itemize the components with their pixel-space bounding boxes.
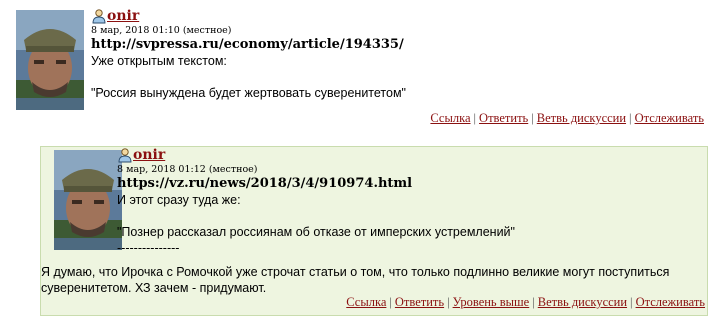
link-button[interactable]: Ссылка (346, 295, 386, 309)
comment-text-full: Я думаю, что Ирочка с Ромочкой уже строч… (41, 265, 670, 295)
thread-button[interactable]: Ветвь дискуссии (537, 111, 626, 125)
author-link[interactable]: onir (107, 8, 139, 24)
comment-date: 8 мар, 2018 01:12 (местное) (117, 164, 258, 175)
comment-text-line: И этот сразу туда же: (117, 193, 241, 207)
comment-body: onir 8 мар, 2018 01:12 (местное) https:/… (117, 147, 707, 256)
comment-body: onir 8 мар, 2018 01:10 (местное) http://… (91, 8, 706, 101)
comment-actions: Ссылка | Ответить | Ветвь дискуссии | Отслежив… (430, 111, 704, 125)
avatar[interactable] (54, 150, 122, 250)
comment-text-line (91, 69, 706, 85)
comment-actions: Ссылка | Ответить | Уровень выше | Ветвь диску… (346, 295, 705, 309)
reply-button[interactable]: Ответить (395, 295, 444, 309)
track-button[interactable]: Отслеживать (636, 295, 705, 309)
comment-1: onir 8 мар, 2018 01:10 (местное) http://… (16, 8, 706, 128)
comment-text-line (117, 208, 707, 224)
user-icon (91, 8, 107, 24)
comment-text-line: Уже открытым текстом: (91, 54, 227, 68)
comment-2: onir 8 мар, 2018 01:12 (местное) https:/… (40, 146, 708, 316)
thread-button[interactable]: Ветвь дискуссии (538, 295, 627, 309)
parent-button[interactable]: Уровень выше (453, 295, 530, 309)
post-link[interactable]: http://svpressa.ru/economy/article/19433… (91, 36, 706, 53)
link-button[interactable]: Ссылка (430, 111, 470, 125)
author-link[interactable]: onir (133, 147, 165, 163)
reply-button[interactable]: Ответить (479, 111, 528, 125)
comment-text-line: "Познер рассказал россиянам об отказе от… (117, 225, 515, 239)
avatar[interactable] (16, 10, 84, 110)
post-link[interactable]: https://vz.ru/news/2018/3/4/910974.html (117, 175, 707, 192)
comment-separator: --------------- (117, 241, 180, 255)
comment-date: 8 мар, 2018 01:10 (местное) (91, 25, 232, 36)
user-icon (117, 147, 133, 163)
comment-text-line: "Россия вынуждена будет жертвовать сувер… (91, 86, 406, 100)
track-button[interactable]: Отслеживать (635, 111, 704, 125)
